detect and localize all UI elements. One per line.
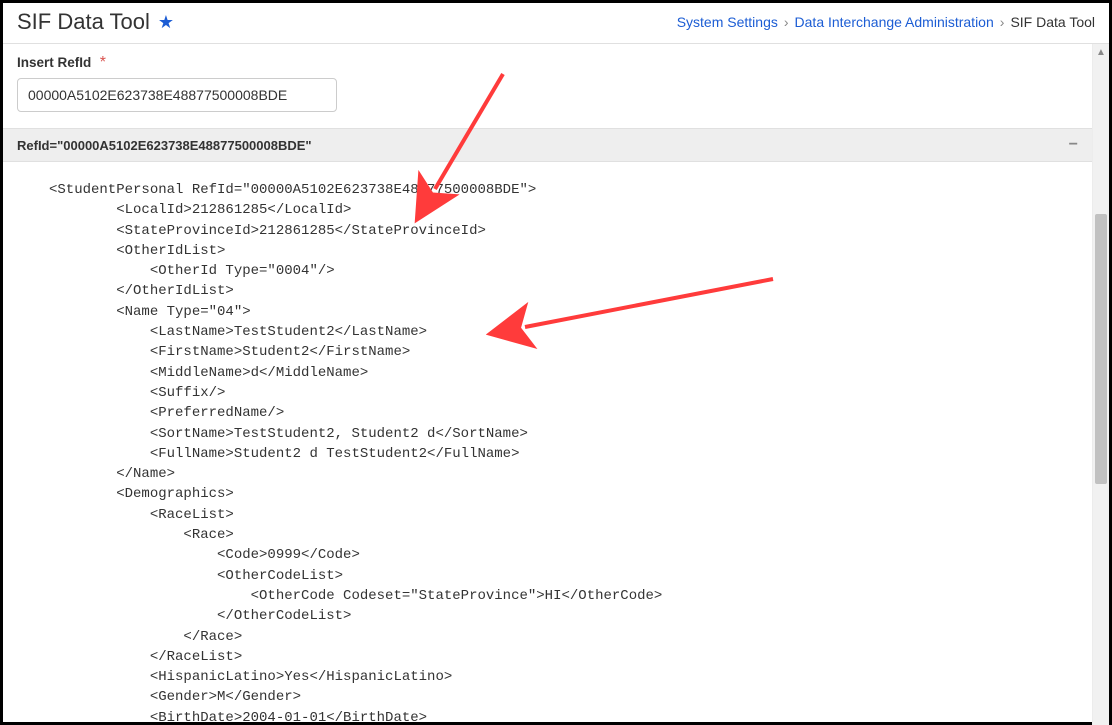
- refid-label-row: Insert RefId *: [17, 54, 1078, 72]
- breadcrumb-link-data-interchange[interactable]: Data Interchange Administration: [795, 14, 994, 30]
- refid-input[interactable]: [17, 78, 337, 112]
- page-title: SIF Data Tool: [17, 9, 150, 35]
- page-header: SIF Data Tool ★ System Settings › Data I…: [3, 3, 1109, 44]
- breadcrumb-link-system-settings[interactable]: System Settings: [677, 14, 778, 30]
- collapse-icon[interactable]: −: [1069, 137, 1078, 153]
- xml-output: <StudentPersonal RefId="00000A5102E62373…: [3, 162, 1092, 725]
- refid-label: Insert RefId: [17, 55, 91, 70]
- result-header-title: RefId="00000A5102E623738E48877500008BDE": [17, 138, 312, 153]
- chevron-right-icon: ›: [1000, 14, 1005, 30]
- scroll-up-arrow-icon[interactable]: ▲: [1093, 44, 1109, 61]
- required-indicator: *: [100, 54, 106, 71]
- favorite-star-icon[interactable]: ★: [158, 13, 174, 31]
- scroll-thumb[interactable]: [1095, 214, 1107, 484]
- result-header-bar[interactable]: RefId="00000A5102E623738E48877500008BDE"…: [3, 128, 1092, 162]
- breadcrumb-current: SIF Data Tool: [1010, 14, 1095, 30]
- chevron-right-icon: ›: [784, 14, 789, 30]
- vertical-scrollbar[interactable]: ▲ ▼: [1092, 44, 1109, 725]
- content-pane: Insert RefId * RefId="00000A5102E623738E…: [3, 44, 1092, 725]
- breadcrumb: System Settings › Data Interchange Admin…: [677, 14, 1095, 30]
